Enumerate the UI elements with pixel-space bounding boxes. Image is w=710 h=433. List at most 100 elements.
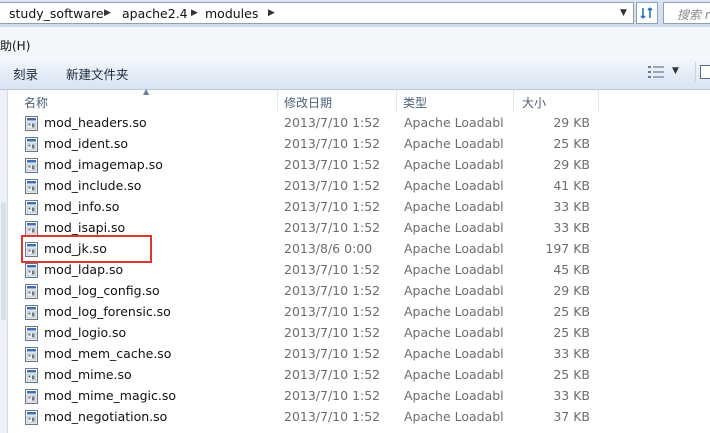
file-type: Apache Loadabl xyxy=(404,136,504,151)
file-size: 197 KB xyxy=(545,241,590,256)
menu-help[interactable]: 助(H) xyxy=(0,37,30,54)
file-size: 29 KB xyxy=(553,115,590,130)
preview-pane-icon[interactable] xyxy=(700,65,710,79)
file-size: 25 KB xyxy=(553,325,590,340)
chevron-right-icon[interactable]: ▶ xyxy=(268,8,275,18)
file-type: Apache Loadabl xyxy=(404,304,504,319)
breadcrumb-study-software[interactable]: study_software xyxy=(9,6,104,21)
file-row[interactable]: mod_info.so 2013/7/10 1:52 Apache Loadabl 3… xyxy=(21,197,601,218)
file-date: 2013/7/10 1:52 xyxy=(284,346,381,361)
file-row[interactable]: mod_logio.so 2013/7/10 1:52 Apache Loadabl… xyxy=(21,323,601,344)
address-dropdown-icon[interactable]: ▼ xyxy=(620,8,627,18)
dll-file-icon xyxy=(25,263,38,278)
file-name: mod_include.so xyxy=(44,178,142,193)
file-type: Apache Loadabl xyxy=(404,199,504,214)
file-date: 2013/7/10 1:52 xyxy=(284,409,381,424)
file-type: Apache Loadabl xyxy=(404,241,504,256)
file-date: 2013/7/10 1:52 xyxy=(284,304,381,319)
file-name: mod_imagemap.so xyxy=(44,157,163,172)
dll-file-icon xyxy=(25,326,38,341)
file-type: Apache Loadabl xyxy=(404,115,504,130)
file-type: Apache Loadabl xyxy=(404,262,504,277)
file-name: mod_headers.so xyxy=(44,115,147,130)
file-row[interactable]: mod_mime_magic.so 2013/7/10 1:52 Apache Lo… xyxy=(21,386,601,407)
navigation-pane-scrollbar[interactable] xyxy=(0,90,8,433)
column-header-type-label: 类型 xyxy=(403,96,428,110)
refresh-button[interactable] xyxy=(636,2,658,24)
file-row[interactable]: mod_ldap.so 2013/7/10 1:52 Apache Loadabl 4… xyxy=(21,260,601,281)
column-header-name[interactable]: 名称 xyxy=(21,90,277,111)
file-size: 25 KB xyxy=(553,367,590,382)
file-row[interactable]: mod_include.so 2013/7/10 1:52 Apache Loada… xyxy=(21,176,601,197)
file-date: 2013/7/10 1:52 xyxy=(284,220,381,235)
file-size: 33 KB xyxy=(553,346,590,361)
file-type: Apache Loadabl xyxy=(404,220,504,235)
file-name: mod_info.so xyxy=(44,199,120,214)
highlight-box xyxy=(21,235,152,263)
file-size: 37 KB xyxy=(553,409,590,424)
dll-file-icon xyxy=(25,137,38,152)
chevron-right-icon[interactable]: ▶ xyxy=(191,8,198,18)
scrollbar-thumb[interactable] xyxy=(1,202,6,320)
file-row[interactable]: mod_mem_cache.so 2013/7/10 1:52 Apache Loa… xyxy=(21,344,601,365)
file-row[interactable]: mod_negotiation.so 2013/7/10 1:52 Apache L… xyxy=(21,407,601,428)
dll-file-icon xyxy=(25,284,38,299)
file-row[interactable]: mod_imagemap.so 2013/7/10 1:52 Apache Load… xyxy=(21,155,601,176)
new-folder-button[interactable]: 新建文件夹 xyxy=(66,64,129,83)
view-options-icon[interactable] xyxy=(648,66,664,78)
file-size: 29 KB xyxy=(553,283,590,298)
file-date: 2013/7/10 1:52 xyxy=(284,388,381,403)
file-type: Apache Loadabl xyxy=(404,283,504,298)
column-header-type[interactable]: 类型 xyxy=(397,90,513,111)
dll-file-icon xyxy=(25,347,38,362)
file-size: 33 KB xyxy=(553,199,590,214)
file-size: 41 KB xyxy=(553,178,590,193)
file-date: 2013/7/10 1:52 xyxy=(284,199,381,214)
view-dropdown-icon[interactable]: ▼ xyxy=(672,66,679,76)
file-size: 45 KB xyxy=(553,262,590,277)
burn-button[interactable]: 刻录 xyxy=(13,64,38,83)
search-input[interactable]: 搜索 r xyxy=(663,2,710,24)
file-row[interactable]: mod_log_forensic.so 2013/7/10 1:52 Apache … xyxy=(21,302,601,323)
file-name: mod_ldap.so xyxy=(44,262,124,277)
dll-file-icon xyxy=(25,200,38,215)
breadcrumb-modules[interactable]: modules xyxy=(205,6,258,21)
dll-file-icon xyxy=(25,368,38,383)
file-size: 29 KB xyxy=(553,157,590,172)
dll-file-icon xyxy=(25,389,38,404)
address-bar-row: study_software ▶ apache2.4 ▶ modules ▶ ▼… xyxy=(0,0,710,27)
file-name: mod_mime_magic.so xyxy=(44,388,177,403)
menu-bar: 助(H) xyxy=(0,27,710,57)
toolbar-divider xyxy=(695,62,696,82)
search-placeholder: 搜索 r xyxy=(677,8,710,22)
file-type: Apache Loadabl xyxy=(404,325,504,340)
file-date: 2013/7/10 1:52 xyxy=(284,115,381,130)
file-row[interactable]: mod_headers.so 2013/7/10 1:52 Apache Loada… xyxy=(21,113,601,134)
file-name: mod_mem_cache.so xyxy=(44,346,172,361)
file-size: 25 KB xyxy=(553,136,590,151)
column-header-date[interactable]: 修改日期 xyxy=(278,90,396,111)
dll-file-icon xyxy=(25,221,38,236)
breadcrumb-apache[interactable]: apache2.4 xyxy=(122,6,188,21)
file-type: Apache Loadabl xyxy=(404,409,504,424)
dll-file-icon xyxy=(25,305,38,320)
file-date: 2013/7/10 1:52 xyxy=(284,136,381,151)
file-type: Apache Loadabl xyxy=(404,346,504,361)
file-row[interactable]: mod_ident.so 2013/7/10 1:52 Apache Loadabl… xyxy=(21,134,601,155)
file-date: 2013/7/10 1:52 xyxy=(284,178,381,193)
file-name: mod_ident.so xyxy=(44,136,129,151)
column-header-date-label: 修改日期 xyxy=(284,96,333,110)
file-row[interactable]: mod_log_config.so 2013/7/10 1:52 Apache Lo… xyxy=(21,281,601,302)
file-date: 2013/7/10 1:52 xyxy=(284,325,381,340)
file-row[interactable]: mod_mime.so 2013/7/10 1:52 Apache Loadabl 2… xyxy=(21,365,601,386)
file-name: mod_mime.so xyxy=(44,367,132,382)
address-bar[interactable]: study_software ▶ apache2.4 ▶ modules ▶ ▼ xyxy=(0,2,634,24)
refresh-icon xyxy=(640,7,653,19)
dll-file-icon xyxy=(25,179,38,194)
chevron-right-icon[interactable]: ▶ xyxy=(104,8,111,18)
dll-file-icon xyxy=(25,158,38,173)
column-divider[interactable] xyxy=(598,90,599,111)
column-header-size[interactable]: 大小 xyxy=(514,90,598,111)
file-size: 33 KB xyxy=(553,388,590,403)
file-size: 33 KB xyxy=(553,220,590,235)
